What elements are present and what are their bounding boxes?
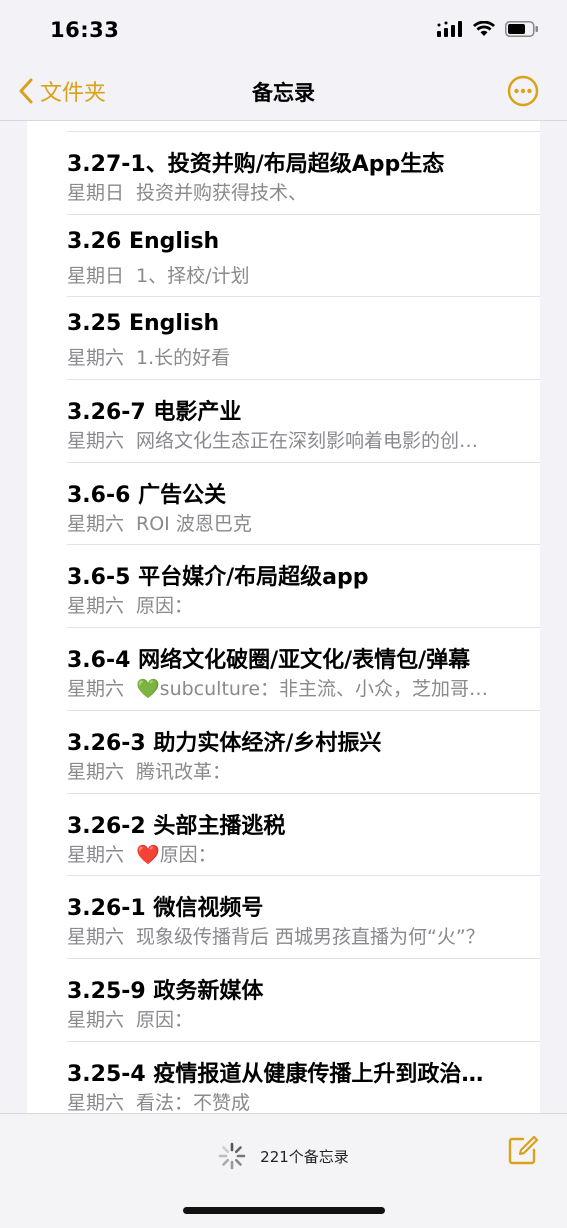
notes-list-card: 3.27-1、投资并购/布局超级App生态 星期日 投资并购获得技术、 3.26 En… <box>27 121 540 1113</box>
note-day: 星期日 <box>67 264 125 287</box>
navigation-bar: 文件夹 备忘录 <box>0 62 567 120</box>
compose-note-button[interactable] <box>507 1134 539 1170</box>
note-preview: 投资并购获得技术、 <box>136 182 308 204</box>
note-title: 3.26-1 微信视频号 <box>67 896 264 922</box>
note-subtitle: 星期六 ❤️原因： <box>67 840 527 867</box>
note-preview: 💚subculture：非主流、小众，芝加哥… <box>136 678 489 701</box>
status-bar: 16:33 <box>0 0 567 62</box>
note-title: 3.26-3 助力实体经济/乡村振兴 <box>67 730 382 756</box>
note-day: 星期六 <box>67 843 125 866</box>
note-title: 3.25-9 政务新媒体 <box>67 978 264 1004</box>
loading-spinner-icon <box>218 1142 246 1170</box>
note-preview: 腾讯改革： <box>136 760 232 783</box>
note-title: 3.26 English <box>67 228 220 254</box>
note-title: 3.25 English <box>67 311 220 337</box>
note-subtitle: 星期六 原因： <box>67 591 527 618</box>
compose-icon <box>508 1135 539 1165</box>
note-preview: ROI 波恩巴克 <box>136 512 252 535</box>
note-title: 3.26-7 电影产业 <box>67 400 242 426</box>
note-subtitle: 星期六 看法：不赞成 <box>67 1088 527 1113</box>
note-preview: 原因： <box>136 595 194 618</box>
note-preview: 原因： <box>136 1008 194 1031</box>
note-preview: 现象级传播背后 西城男孩直播为何“火”？ <box>136 926 485 949</box>
note-subtitle: 星期六 网络文化生态正在深刻影响着电影的创… <box>67 426 527 453</box>
note-preview: 看法：不赞成 <box>136 1091 251 1113</box>
home-indicator <box>183 1207 385 1214</box>
note-title: 3.27-1、投资并购/布局超级App生态 <box>67 152 445 177</box>
note-day: 星期六 <box>67 678 125 701</box>
note-title: 3.26-2 头部主播逃税 <box>67 813 286 839</box>
note-subtitle: 星期日 投资并购获得技术、 <box>67 178 527 205</box>
battery-icon <box>505 21 538 37</box>
note-subtitle: 星期六 ROI 波恩巴克 <box>67 509 527 536</box>
note-preview: 网络文化生态正在深刻影响着电影的创… <box>136 430 479 453</box>
note-subtitle: 星期六 原因： <box>67 1005 527 1032</box>
note-subtitle: 星期六 💚subculture：非主流、小众，芝加哥… <box>67 674 527 701</box>
notes-list: 3.27-1、投资并购/布局超级App生态 星期日 投资并购获得技术、 3.26 En… <box>27 132 540 1113</box>
note-subtitle: 星期六 现象级传播背后 西城男孩直播为何“火”？ <box>67 922 527 949</box>
note-preview: 1、择校/计划 <box>136 264 250 287</box>
note-day: 星期日 <box>67 182 125 204</box>
note-title: 3.6-4 网络文化破圈/亚文化/表情包/弹幕 <box>67 648 471 674</box>
note-list-item[interactable]: 3.26-2 头部主播逃税 星期六 ❤️原因： <box>27 794 540 877</box>
note-day: 星期六 <box>67 926 125 949</box>
note-day: 星期六 <box>67 1091 125 1113</box>
note-day: 星期六 <box>67 1008 125 1031</box>
note-preview: ❤️原因： <box>136 843 217 866</box>
note-preview: 1.长的好看 <box>136 347 231 370</box>
note-title: 3.6-6 广告公关 <box>67 482 227 508</box>
note-list-item[interactable]: 3.6-5 平台媒介/布局超级app 星期六 原因： <box>27 545 540 628</box>
wifi-icon <box>473 21 495 36</box>
note-list-item[interactable]: 3.27-1、投资并购/布局超级App生态 星期日 投资并购获得技术、 <box>27 132 540 215</box>
note-list-item[interactable]: 3.6-4 网络文化破圈/亚文化/表情包/弹幕 星期六 💚subculture：非主… <box>27 628 540 711</box>
note-subtitle: 星期六 1.长的好看 <box>67 343 527 370</box>
note-list-item[interactable]: 3.26-1 微信视频号 星期六 现象级传播背后 西城男孩直播为何“火”？ <box>27 876 540 959</box>
note-subtitle: 星期六 腾讯改革： <box>67 757 527 784</box>
note-list-item[interactable]: 3.25 English 星期六 1.长的好看 <box>27 297 540 380</box>
note-count-area: 221个备忘录 <box>0 1142 567 1170</box>
note-day: 星期六 <box>67 512 125 535</box>
note-title: 3.25-4 疫情报道从健康传播上升到政治… <box>67 1061 484 1087</box>
ellipsis-circle-icon <box>507 75 539 107</box>
cellular-signal-icon <box>437 21 462 37</box>
note-list-item[interactable]: 3.26-3 助力实体经济/乡村振兴 星期六 腾讯改革： <box>27 711 540 794</box>
note-list-item[interactable]: 3.26 English 星期日 1、择校/计划 <box>27 215 540 298</box>
note-day: 星期六 <box>67 760 125 783</box>
note-count-label: 221个备忘录 <box>260 1147 349 1166</box>
note-day: 星期六 <box>67 430 125 453</box>
note-list-item[interactable]: 3.25-4 疫情报道从健康传播上升到政治… 星期六 看法：不赞成 <box>27 1042 540 1113</box>
note-day: 星期六 <box>67 595 125 618</box>
note-day: 星期六 <box>67 347 125 370</box>
note-list-item[interactable]: 3.6-6 广告公关 星期六 ROI 波恩巴克 <box>27 463 540 546</box>
status-icons <box>437 21 539 37</box>
note-subtitle: 星期日 1、择校/计划 <box>67 261 527 288</box>
page-title: 备忘录 <box>252 81 315 105</box>
more-options-button[interactable] <box>507 75 539 111</box>
note-list-item[interactable]: 3.26-7 电影产业 星期六 网络文化生态正在深刻影响着电影的创… <box>27 380 540 463</box>
status-time: 16:33 <box>50 18 120 42</box>
note-list-item[interactable]: 3.25-9 政务新媒体 星期六 原因： <box>27 959 540 1042</box>
note-title: 3.6-5 平台媒介/布局超级app <box>67 565 369 591</box>
